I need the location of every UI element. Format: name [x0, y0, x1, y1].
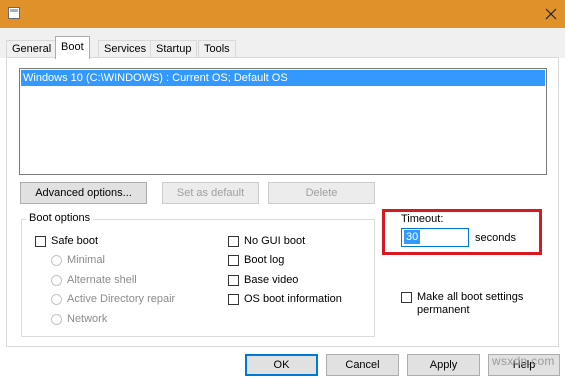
delete-button[interactable]: Delete [268, 182, 375, 204]
radio-circle[interactable] [51, 274, 62, 286]
no-gui-boot-checkbox[interactable]: No GUI boot [228, 234, 305, 248]
advanced-options-button[interactable]: Advanced options... [20, 182, 147, 204]
os-list[interactable]: Windows 10 (C:\WINDOWS) : Current OS; De… [19, 68, 547, 175]
tab-tools[interactable]: Tools [198, 40, 236, 57]
set-as-default-button[interactable]: Set as default [162, 182, 259, 204]
ok-button[interactable]: OK [245, 354, 318, 376]
safe-boot-label: Safe boot [51, 235, 99, 247]
base-video-checkbox[interactable]: Base video [228, 273, 298, 287]
active-directory-repair-label: Active Directory repair [67, 293, 176, 305]
checkbox-box[interactable] [35, 235, 46, 247]
os-list-item[interactable]: Windows 10 (C:\WINDOWS) : Current OS; De… [21, 70, 545, 86]
radio-circle[interactable] [51, 293, 62, 305]
app-icon [8, 7, 20, 19]
network-radio[interactable]: Network [51, 312, 107, 326]
checkbox-box[interactable] [228, 293, 239, 305]
title-bar [0, 0, 565, 28]
radio-circle[interactable] [51, 313, 62, 325]
alternate-shell-label: Alternate shell [67, 274, 137, 286]
minimal-label: Minimal [67, 254, 105, 266]
close-icon [545, 8, 557, 20]
cancel-button[interactable]: Cancel [326, 354, 399, 376]
apply-button[interactable]: Apply [407, 354, 480, 376]
tab-services[interactable]: Services [98, 40, 153, 57]
radio-circle[interactable] [51, 254, 62, 266]
close-button[interactable] [537, 0, 565, 28]
checkbox-box[interactable] [228, 254, 239, 266]
checkbox-box[interactable] [228, 274, 239, 286]
os-boot-information-checkbox[interactable]: OS boot information [228, 292, 342, 306]
no-gui-boot-label: No GUI boot [244, 235, 306, 247]
make-permanent-label: Make all boot settings permanent [417, 291, 524, 316]
timeout-highlight-box [382, 209, 542, 255]
tab-boot[interactable]: Boot [55, 36, 90, 59]
tab-startup[interactable]: Startup [150, 40, 198, 57]
boot-log-checkbox[interactable]: Boot log [228, 253, 284, 267]
network-label: Network [67, 313, 108, 325]
make-permanent-checkbox[interactable]: Make all boot settings permanent [401, 291, 551, 317]
boot-log-label: Boot log [244, 254, 285, 266]
safe-boot-checkbox[interactable]: Safe boot [35, 234, 98, 248]
base-video-label: Base video [244, 274, 299, 286]
active-directory-repair-radio[interactable]: Active Directory repair [51, 292, 175, 306]
tab-general[interactable]: General [6, 40, 58, 57]
checkbox-box[interactable] [401, 292, 412, 303]
alternate-shell-radio[interactable]: Alternate shell [51, 273, 137, 287]
tab-strip: General Boot Services Startup Tools [0, 28, 565, 59]
checkbox-box[interactable] [228, 235, 239, 247]
minimal-radio[interactable]: Minimal [51, 253, 105, 267]
watermark: wsxdn.com [492, 354, 555, 368]
boot-options-title: Boot options [26, 212, 94, 224]
os-boot-information-label: OS boot information [244, 293, 342, 305]
